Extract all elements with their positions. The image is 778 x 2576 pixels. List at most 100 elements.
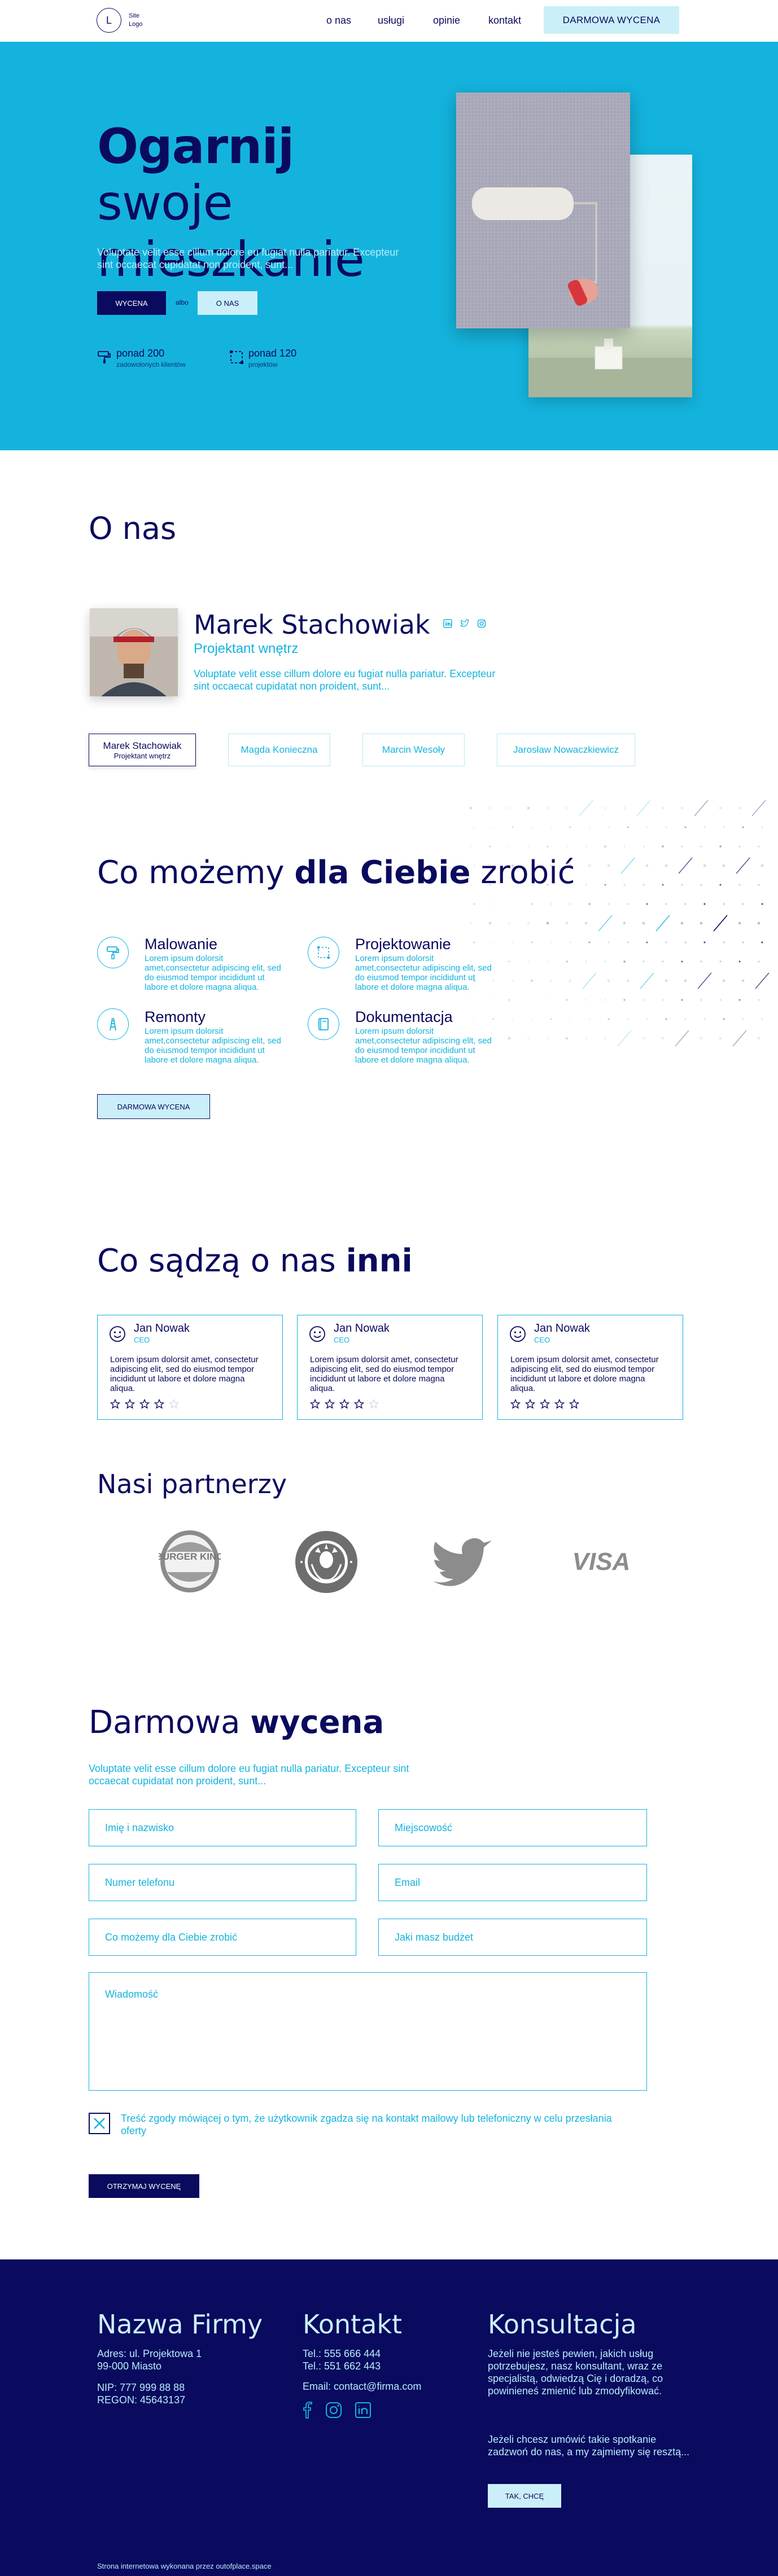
- deco-dot: [527, 1037, 530, 1040]
- deco-dot: [511, 979, 514, 982]
- deco-dot: [531, 903, 533, 905]
- deco-dot: [566, 999, 568, 1001]
- testimonials-title: Co sądzą o nas inni: [97, 1243, 413, 1279]
- deco-dot: [719, 845, 722, 848]
- team-tab-jaroslaw[interactable]: Jarosław Nowaczkiewicz: [497, 734, 635, 766]
- deco-dot: [473, 903, 475, 905]
- budget-field[interactable]: Jaki masz budżet: [378, 1919, 647, 1956]
- services-quote-button[interactable]: DARMOWA WYCENA: [97, 1094, 210, 1119]
- deco-slash: [617, 1030, 632, 1047]
- logo-icon[interactable]: L: [97, 8, 121, 33]
- deco-dot: [550, 903, 552, 905]
- twitter-icon[interactable]: [460, 619, 469, 628]
- team-tab-marek[interactable]: Marek Stachowiak Projektant wnętrz: [89, 734, 196, 766]
- deco-slash: [736, 857, 750, 874]
- team-tab-marcin[interactable]: Marcin Wesoły: [362, 734, 465, 766]
- star-icon: [154, 1399, 164, 1409]
- deco-dot: [700, 921, 703, 925]
- email-field[interactable]: Email: [378, 1864, 647, 1901]
- deco-dot: [700, 1037, 703, 1040]
- message-field[interactable]: Wiadomość: [89, 1972, 647, 2091]
- linkedin-icon[interactable]: [355, 2402, 371, 2419]
- deco-dot: [627, 903, 629, 905]
- deco-slash: [620, 857, 635, 874]
- deco-dot: [758, 845, 760, 848]
- phone-field[interactable]: Numer telefonu: [89, 1864, 356, 1901]
- deco-dot: [723, 903, 725, 905]
- deco-slash: [751, 800, 766, 817]
- selection-icon: [230, 350, 243, 364]
- deco-dot: [722, 864, 725, 867]
- deco-dot: [642, 960, 645, 963]
- deco-dot: [627, 1018, 629, 1020]
- service-field[interactable]: Co możemy dla Ciebie zrobić: [89, 1919, 356, 1956]
- decorative-dot-pattern: [469, 800, 770, 1047]
- deco-dot: [492, 941, 495, 943]
- instagram-icon[interactable]: [325, 2402, 342, 2419]
- deco-dot: [681, 960, 683, 963]
- deco-dot: [684, 826, 687, 828]
- linkedin-icon[interactable]: [443, 619, 452, 628]
- rating-stars: [510, 1399, 579, 1409]
- deco-dot: [512, 903, 514, 905]
- deco-dot: [588, 826, 591, 828]
- name-field[interactable]: Imię i nazwisko: [89, 1809, 356, 1846]
- deco-dot: [473, 941, 475, 943]
- person-role: Projektant wnętrz: [194, 641, 299, 656]
- about-title: O nas: [89, 511, 177, 546]
- twitter-logo: [433, 1538, 492, 1586]
- paint-roller-icon: [98, 351, 111, 363]
- deco-dot: [604, 999, 606, 1001]
- testimonial-text: Lorem ipsum dolorsit amet, consectetur a…: [310, 1355, 458, 1393]
- nav-link-opinie[interactable]: opinie: [433, 15, 460, 27]
- deco-dot: [681, 845, 683, 848]
- deco-dot: [604, 806, 607, 810]
- deco-slash: [582, 972, 597, 989]
- nav-link-uslugi[interactable]: usługi: [378, 15, 404, 27]
- submit-quote-button[interactable]: OTRZYMAJ WYCENĘ: [89, 2174, 199, 2198]
- deco-dot: [489, 999, 491, 1001]
- deco-dot: [550, 1018, 552, 1020]
- ladder-icon: [97, 1008, 129, 1040]
- deco-dot: [623, 921, 626, 925]
- footer-consult-button[interactable]: TAK, CHCĘ: [488, 2484, 561, 2508]
- smiley-icon: [110, 1326, 125, 1342]
- deco-dot: [722, 979, 725, 982]
- team-tab-name: Marcin Wesoły: [382, 744, 445, 755]
- deco-dot: [566, 845, 568, 848]
- hero-quote-button[interactable]: WYCENA: [97, 291, 166, 315]
- footer-credit[interactable]: Strona internetowa wykonana przez outofp…: [97, 2562, 272, 2570]
- testimonial-text: Lorem ipsum dolorsit amet, consectetur a…: [510, 1355, 659, 1393]
- deco-dot: [680, 806, 684, 810]
- footer-tel-2[interactable]: Tel.: 551 662 443: [303, 2360, 381, 2372]
- deco-dot: [761, 903, 763, 905]
- deco-dot: [588, 864, 591, 867]
- hero-about-button[interactable]: O NAS: [198, 291, 257, 315]
- consent-checkbox[interactable]: [89, 2113, 110, 2134]
- deco-dot: [742, 1018, 744, 1020]
- footer-tel-1[interactable]: Tel.: 555 666 444: [303, 2347, 381, 2360]
- instagram-icon[interactable]: [477, 619, 486, 628]
- deco-dot: [547, 960, 549, 963]
- starbucks-logo: [295, 1531, 357, 1593]
- team-tab-magda[interactable]: Magda Konieczna: [228, 734, 330, 766]
- deco-dot: [627, 826, 629, 828]
- nav-link-o-nas[interactable]: o nas: [326, 15, 351, 27]
- footer-email[interactable]: Email: contact@firma.com: [303, 2380, 421, 2393]
- deco-dot: [627, 941, 629, 943]
- facebook-icon[interactable]: [303, 2402, 313, 2419]
- deco-dot: [623, 845, 626, 848]
- star-icon: [339, 1399, 349, 1409]
- deco-dot: [681, 999, 683, 1001]
- city-field[interactable]: Miejscowość: [378, 1809, 647, 1846]
- deco-dot: [470, 845, 472, 848]
- nav-link-kontakt[interactable]: kontakt: [488, 15, 521, 27]
- testimonial-author: Jan Nowak: [134, 1322, 190, 1335]
- deco-dot: [700, 884, 702, 886]
- deco-dot: [646, 903, 648, 905]
- deco-dot: [680, 921, 684, 925]
- deco-dot: [623, 806, 626, 810]
- deco-dot: [758, 960, 760, 963]
- deco-dot: [738, 845, 741, 848]
- nav-cta-button[interactable]: DARMOWA WYCENA: [544, 6, 679, 34]
